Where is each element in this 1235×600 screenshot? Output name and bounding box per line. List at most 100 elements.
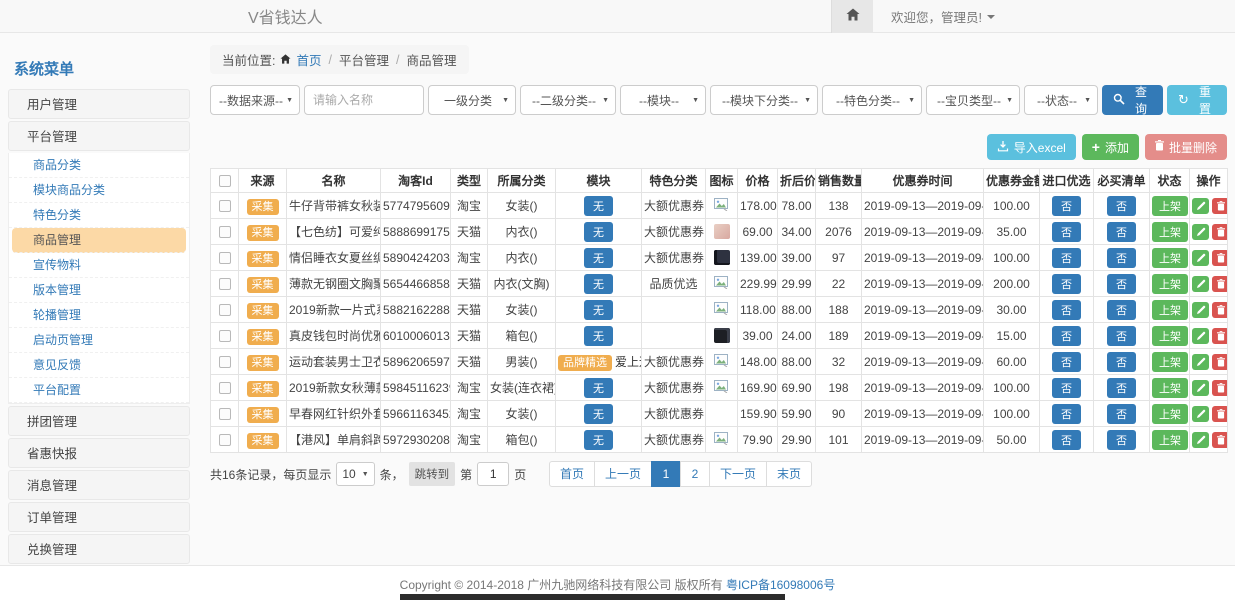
import-select-toggle[interactable]: 否 — [1052, 274, 1081, 294]
status-toggle[interactable]: 上架 — [1152, 248, 1188, 268]
select-all-checkbox[interactable] — [219, 175, 231, 187]
pager-button-下一页[interactable]: 下一页 — [709, 461, 767, 487]
delete-button[interactable] — [1212, 328, 1228, 344]
add-button[interactable]: + 添加 — [1082, 134, 1139, 160]
pager-button-首页[interactable]: 首页 — [549, 461, 595, 487]
module-badge[interactable]: 无 — [584, 326, 613, 346]
status-toggle[interactable]: 上架 — [1152, 430, 1188, 450]
status-toggle[interactable]: 上架 — [1152, 274, 1188, 294]
edit-button[interactable] — [1192, 198, 1209, 214]
row-checkbox[interactable] — [219, 356, 231, 368]
must-buy-toggle[interactable]: 否 — [1107, 352, 1136, 372]
breadcrumb-home-link[interactable]: 首页 — [296, 50, 321, 69]
column-header-操作[interactable]: 操作 — [1190, 169, 1228, 193]
row-checkbox[interactable] — [219, 304, 231, 316]
import-select-toggle[interactable]: 否 — [1052, 196, 1081, 216]
sidebar-item-平台配置[interactable]: 平台配置 — [9, 378, 189, 403]
status-filter[interactable]: --状态--▼ — [1024, 85, 1098, 115]
home-button[interactable] — [831, 0, 873, 33]
import-select-toggle[interactable]: 否 — [1052, 300, 1081, 320]
row-checkbox[interactable] — [219, 226, 231, 238]
sidebar-item-模块商品分类[interactable]: 模块商品分类 — [9, 178, 189, 203]
pager-button-1[interactable]: 1 — [651, 461, 681, 487]
edit-button[interactable] — [1192, 354, 1209, 370]
edit-button[interactable] — [1192, 380, 1209, 396]
edit-button[interactable] — [1192, 250, 1209, 266]
item-type-filter[interactable]: --宝贝类型--▼ — [926, 85, 1020, 115]
status-toggle[interactable]: 上架 — [1152, 378, 1188, 398]
delete-button[interactable] — [1212, 380, 1228, 396]
delete-button[interactable] — [1212, 432, 1228, 448]
row-checkbox[interactable] — [219, 434, 231, 446]
edit-button[interactable] — [1192, 302, 1209, 318]
pager-button-上一页[interactable]: 上一页 — [594, 461, 652, 487]
edit-button[interactable] — [1192, 432, 1209, 448]
module-badge[interactable]: 无 — [584, 378, 613, 398]
sidebar-group-订单管理[interactable]: 订单管理 — [8, 502, 190, 532]
sidebar-group-平台管理[interactable]: 平台管理 — [8, 121, 190, 151]
must-buy-toggle[interactable]: 否 — [1107, 404, 1136, 424]
delete-button[interactable] — [1212, 354, 1228, 370]
delete-button[interactable] — [1212, 198, 1228, 214]
must-buy-toggle[interactable]: 否 — [1107, 326, 1136, 346]
level1-category-filter[interactable]: 一级分类▼ — [428, 85, 516, 115]
module-badge[interactable]: 无 — [584, 300, 613, 320]
module-badge[interactable]: 无 — [584, 404, 613, 424]
module-badge[interactable]: 无 — [584, 274, 613, 294]
module-badge[interactable]: 无 — [584, 222, 613, 242]
delete-button[interactable] — [1212, 406, 1228, 422]
user-menu[interactable]: 欢迎您，管理员! — [891, 7, 995, 26]
sidebar-item-特色分类[interactable]: 特色分类 — [9, 203, 189, 228]
sidebar-item-版本管理[interactable]: 版本管理 — [9, 278, 189, 303]
status-toggle[interactable]: 上架 — [1152, 404, 1188, 424]
data-source-filter[interactable]: --数据来源--▼ — [210, 85, 300, 115]
level2-category-filter[interactable]: --二级分类--▼ — [520, 85, 616, 115]
per-page-select[interactable]: 10 ▼ — [336, 462, 374, 486]
edit-button[interactable] — [1192, 276, 1209, 292]
status-toggle[interactable]: 上架 — [1152, 196, 1188, 216]
module-filter[interactable]: --模块--▼ — [620, 85, 706, 115]
module-subcategory-filter[interactable]: --模块下分类--▼ — [710, 85, 818, 115]
must-buy-toggle[interactable]: 否 — [1107, 274, 1136, 294]
delete-button[interactable] — [1212, 250, 1228, 266]
sidebar-item-轮播管理[interactable]: 轮播管理 — [9, 303, 189, 328]
status-toggle[interactable]: 上架 — [1152, 300, 1188, 320]
delete-button[interactable] — [1212, 276, 1228, 292]
import-select-toggle[interactable]: 否 — [1052, 352, 1081, 372]
status-toggle[interactable]: 上架 — [1152, 352, 1188, 372]
must-buy-toggle[interactable]: 否 — [1107, 196, 1136, 216]
import-select-toggle[interactable]: 否 — [1052, 430, 1081, 450]
must-buy-toggle[interactable]: 否 — [1107, 378, 1136, 398]
sidebar-group-拼团管理[interactable]: 拼团管理 — [8, 406, 190, 436]
pager-button-2[interactable]: 2 — [680, 461, 710, 487]
search-button[interactable]: 查询 — [1102, 85, 1163, 115]
edit-button[interactable] — [1192, 328, 1209, 344]
row-checkbox[interactable] — [219, 278, 231, 290]
row-checkbox[interactable] — [219, 408, 231, 420]
pager-button-末页[interactable]: 末页 — [766, 461, 812, 487]
module-badge[interactable]: 无 — [584, 248, 613, 268]
sidebar-item-启动页管理[interactable]: 启动页管理 — [9, 328, 189, 353]
sidebar-group-兑换管理[interactable]: 兑换管理 — [8, 534, 190, 564]
module-badge[interactable]: 无 — [584, 196, 613, 216]
page-number-input[interactable] — [477, 462, 509, 486]
row-checkbox[interactable] — [219, 252, 231, 264]
status-toggle[interactable]: 上架 — [1152, 326, 1188, 346]
delete-button[interactable] — [1212, 302, 1228, 318]
must-buy-toggle[interactable]: 否 — [1107, 430, 1136, 450]
must-buy-toggle[interactable]: 否 — [1107, 300, 1136, 320]
name-search-input[interactable] — [304, 85, 424, 115]
row-checkbox[interactable] — [219, 200, 231, 212]
edit-button[interactable] — [1192, 224, 1209, 240]
sidebar-group-消息管理[interactable]: 消息管理 — [8, 470, 190, 500]
must-buy-toggle[interactable]: 否 — [1107, 222, 1136, 242]
row-checkbox[interactable] — [219, 330, 231, 342]
import-select-toggle[interactable]: 否 — [1052, 326, 1081, 346]
import-select-toggle[interactable]: 否 — [1052, 404, 1081, 424]
sidebar-item-商品管理[interactable]: 商品管理 — [12, 228, 186, 253]
jump-button[interactable]: 跳转到 — [409, 462, 456, 486]
import-select-toggle[interactable]: 否 — [1052, 378, 1081, 398]
module-badge[interactable]: 无 — [584, 430, 613, 450]
module-badge[interactable]: 品牌精选 — [558, 355, 612, 371]
row-checkbox[interactable] — [219, 382, 231, 394]
